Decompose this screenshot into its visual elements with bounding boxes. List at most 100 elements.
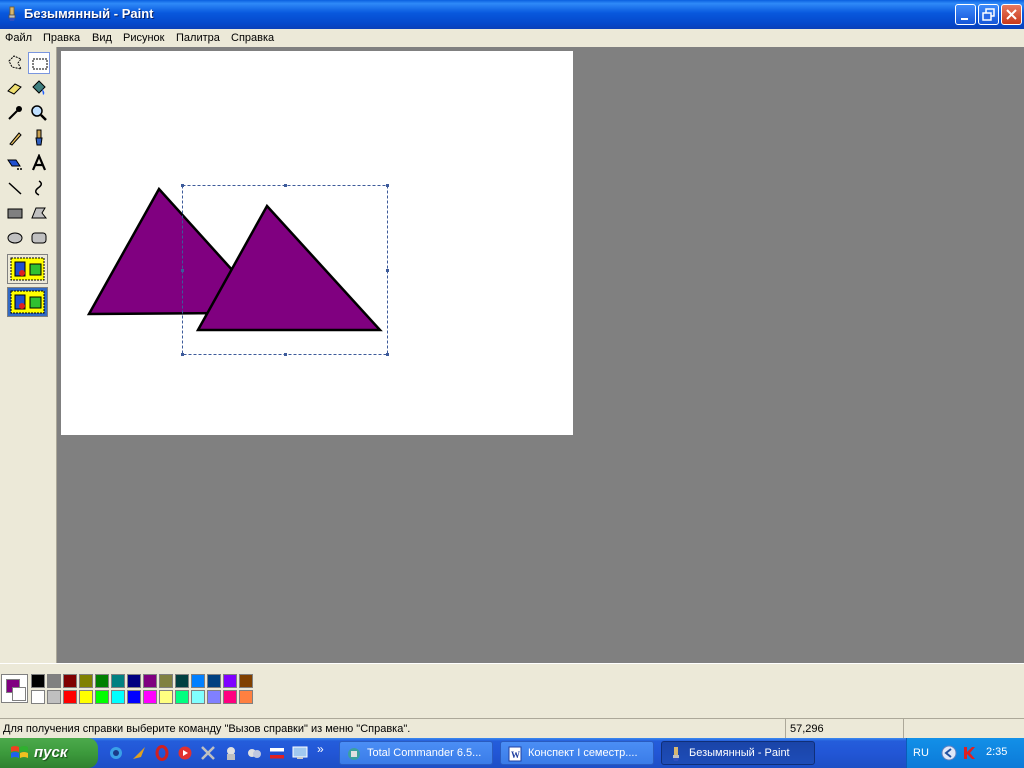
tool-rect-select[interactable] [28,52,50,74]
clock: 2:35 [986,746,1008,758]
status-bar: Для получения справки выберите команду "… [0,718,1024,739]
palette-swatch[interactable] [95,690,109,704]
palette-swatch[interactable] [79,690,93,704]
task-word-document[interactable]: W Конспект I семестр.... [500,741,654,765]
palette-swatch[interactable] [127,690,141,704]
tool-free-select[interactable] [4,52,26,74]
task-label: Безымянный - Paint [689,747,790,759]
toolbox [0,47,57,663]
paint-brush-icon [8,6,16,21]
tool-magnifier[interactable] [28,102,50,124]
total-commander-icon [348,748,360,760]
tool-rounded-rect[interactable] [28,227,50,249]
rectangle-icon [7,208,23,219]
close-icon [1006,9,1017,20]
rounded-rect-icon [31,232,47,244]
system-tray: RU 2:35 [906,738,1024,768]
menu-help[interactable]: Справка [231,32,274,44]
mascot-icon[interactable] [223,745,239,761]
transparent-selection-icon [10,290,45,314]
palette-swatch[interactable] [239,690,253,704]
selection-mode-opaque[interactable] [7,254,48,284]
tool-fill[interactable] [28,77,50,99]
minimize-icon [961,18,968,20]
svg-text:W: W [511,750,520,760]
palette-swatch[interactable] [79,674,93,688]
explorer-icon[interactable] [246,745,262,761]
palette-swatch[interactable] [191,674,205,688]
media-icon[interactable] [177,745,193,761]
palette-swatch[interactable] [159,674,173,688]
opaque-selection-icon [10,257,45,281]
text-icon [31,154,47,171]
status-size-cell [903,719,1022,738]
palette-swatch[interactable] [111,674,125,688]
tool-pencil[interactable] [4,127,26,149]
palette-swatch[interactable] [31,674,45,688]
tool-text[interactable] [28,152,50,174]
palette-swatch[interactable] [207,674,221,688]
palette-swatch[interactable] [47,690,61,704]
palette-swatch[interactable] [191,690,205,704]
magnifier-icon [31,105,47,121]
language-indicator[interactable]: RU [913,747,929,759]
palette-swatch[interactable] [47,674,61,688]
taskbar: пуск » Total Commander 6.5... W Конспект… [0,738,1024,768]
menu-file[interactable]: Файл [5,32,32,44]
canvas-drawing [86,184,389,356]
menu-view[interactable]: Вид [92,32,112,44]
palette-swatch[interactable] [175,674,189,688]
palette-swatch[interactable] [207,690,221,704]
start-button[interactable]: пуск [0,738,98,768]
quick-launch-more[interactable]: » [317,742,324,756]
palette-swatch[interactable] [143,674,157,688]
tool-rectangle[interactable] [4,202,26,224]
task-paint[interactable]: Безымянный - Paint [661,741,815,765]
tools-icon[interactable] [200,745,216,761]
word-icon: W [508,746,522,762]
tool-airbrush[interactable] [4,152,26,174]
palette-swatch[interactable] [223,690,237,704]
title-bar[interactable]: Безымянный - Paint [0,0,1024,29]
palette-swatch[interactable] [223,674,237,688]
current-colors[interactable] [1,674,28,703]
palette-swatch[interactable] [175,690,189,704]
tool-ellipse[interactable] [4,227,26,249]
back-icon[interactable] [941,745,957,761]
palette-swatch[interactable] [31,690,45,704]
tool-brush[interactable] [28,127,50,149]
winamp-icon[interactable] [131,745,147,761]
palette-swatch[interactable] [63,690,77,704]
tool-polygon[interactable] [28,202,50,224]
tool-eraser[interactable] [4,77,26,99]
task-total-commander[interactable]: Total Commander 6.5... [339,741,493,765]
close-button[interactable] [1001,4,1022,25]
palette-swatch[interactable] [111,690,125,704]
minimize-button[interactable] [955,4,976,25]
palette-swatch[interactable] [95,674,109,688]
palette-swatch[interactable] [127,674,141,688]
opera-icon[interactable] [154,745,170,761]
palette-swatch[interactable] [239,674,253,688]
palette-swatch[interactable] [63,674,77,688]
menu-edit[interactable]: Правка [43,32,80,44]
palette-swatch[interactable] [159,690,173,704]
palette-swatch[interactable] [143,690,157,704]
selection-mode-transparent[interactable] [7,287,48,317]
background-color [12,687,26,701]
ie-icon[interactable] [108,745,124,761]
restore-button[interactable] [978,4,999,25]
tool-color-picker[interactable] [4,102,26,124]
tool-line[interactable] [4,177,26,199]
desktop-icon[interactable] [292,745,308,761]
menu-palette[interactable]: Палитра [176,32,220,44]
tool-curve[interactable] [28,177,50,199]
cursor-coordinates: 57,296 [790,723,824,735]
flag-icon[interactable] [269,745,285,761]
color-picker-icon [8,106,22,120]
window-title: Безымянный - Paint [24,6,154,21]
task-label: Конспект I семестр.... [528,747,638,759]
drawing-canvas[interactable] [61,51,573,435]
kaspersky-icon[interactable] [961,745,977,761]
menu-image[interactable]: Рисунок [123,32,165,44]
